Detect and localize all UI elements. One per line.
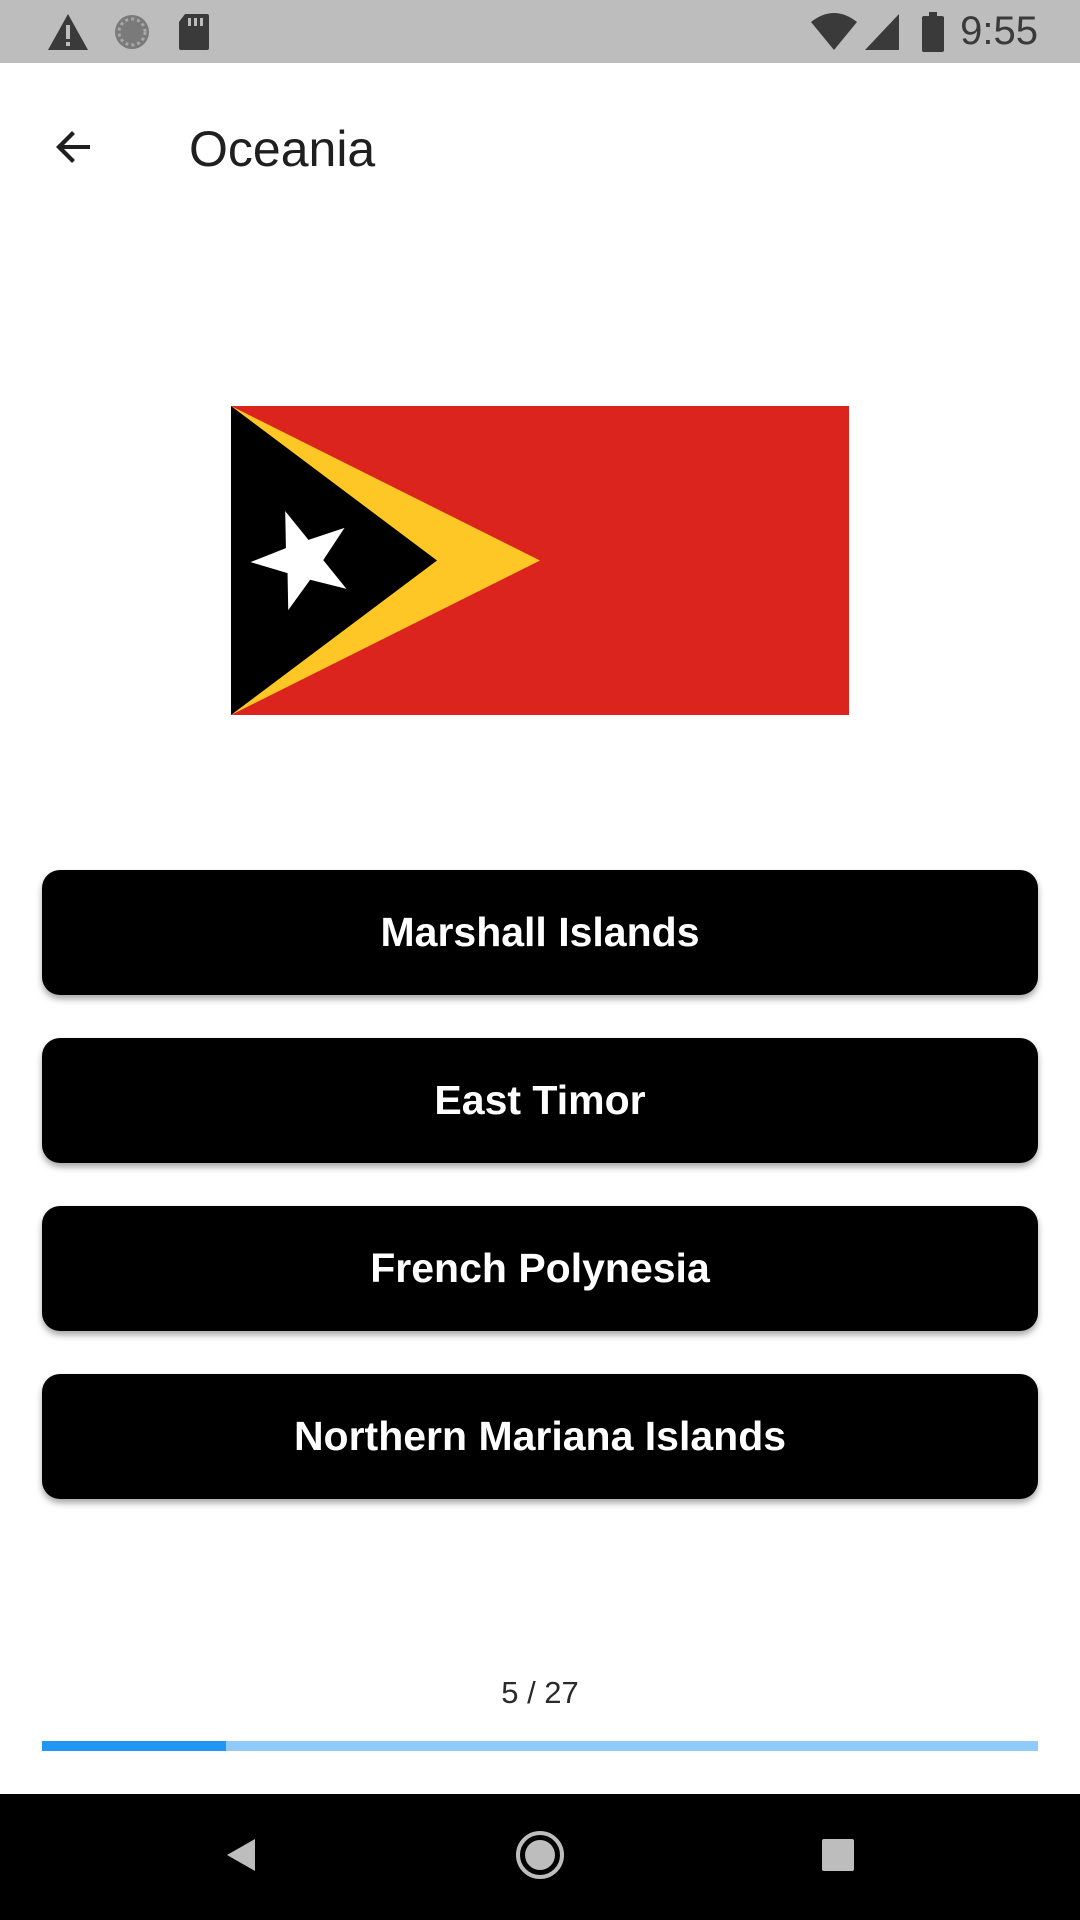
answer-button-1[interactable]: Marshall Islands: [42, 870, 1038, 995]
app-bar: Oceania: [0, 63, 1080, 213]
nav-back-button[interactable]: [181, 1794, 301, 1920]
arrow-back-icon: [50, 123, 98, 176]
progress-bar: [42, 1741, 1038, 1751]
flag-svg: [231, 406, 849, 715]
signal-icon: [862, 0, 902, 63]
sd-card-icon: [172, 0, 216, 63]
wifi-icon: [808, 0, 860, 63]
progress-label: 5 / 27: [501, 1675, 579, 1710]
flag-image: [231, 406, 849, 715]
back-button[interactable]: [30, 105, 118, 193]
progress-fill: [42, 1741, 227, 1751]
warning-icon: [44, 0, 92, 63]
sync-icon: [108, 0, 156, 63]
answer-button-3[interactable]: French Polynesia: [42, 1206, 1038, 1331]
navigation-bar: [0, 1794, 1080, 1920]
nav-home-icon: [514, 1829, 566, 1886]
page-title: Oceania: [189, 121, 376, 177]
status-bar: 9:55: [0, 0, 1080, 63]
screen: 9:55 Oceania Marshall Islands East Timor…: [0, 0, 1080, 1920]
nav-back-icon: [221, 1835, 261, 1880]
status-time: 9:55: [960, 9, 1038, 53]
battery-icon: [916, 0, 950, 63]
answer-button-2[interactable]: East Timor: [42, 1038, 1038, 1163]
nav-home-button[interactable]: [480, 1794, 600, 1920]
answer-button-4[interactable]: Northern Mariana Islands: [42, 1374, 1038, 1499]
nav-recents-button[interactable]: [778, 1794, 898, 1920]
nav-recents-icon: [820, 1837, 856, 1878]
